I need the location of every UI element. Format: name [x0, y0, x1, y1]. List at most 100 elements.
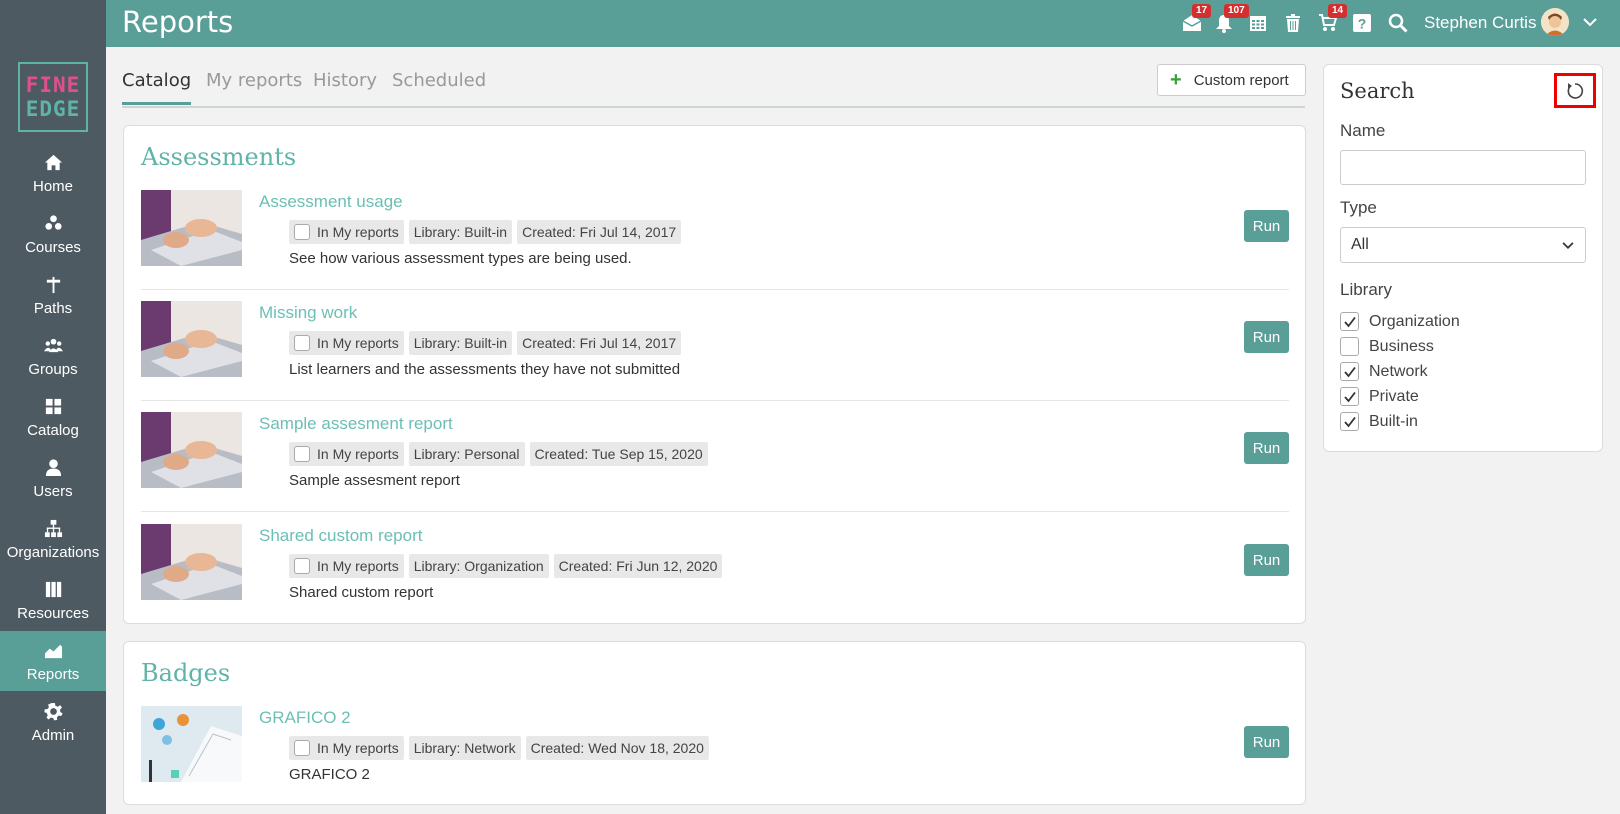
sidebar-item-label: Resources: [17, 605, 89, 622]
fine-edge-logo[interactable]: FINE EDGE: [18, 62, 88, 132]
in-my-reports-checkbox[interactable]: [294, 335, 310, 351]
logo-line-2: EDGE: [25, 97, 81, 121]
tab-scheduled[interactable]: Scheduled: [392, 70, 486, 102]
sidebar-item-reports[interactable]: Reports: [0, 631, 106, 691]
run-button[interactable]: Run: [1244, 321, 1289, 353]
library-option-label: Built-in: [1369, 412, 1418, 430]
in-my-reports-toggle[interactable]: In My reports: [289, 442, 404, 466]
created-tag: Created: Wed Nov 18, 2020: [525, 736, 709, 760]
report-name-link[interactable]: Assessment usage: [259, 192, 403, 212]
search-icon[interactable]: [1386, 11, 1410, 35]
sidebar-item-home[interactable]: Home: [0, 143, 106, 203]
run-button[interactable]: Run: [1244, 726, 1289, 758]
custom-report-button[interactable]: + Custom report: [1157, 64, 1306, 96]
sidebar-item-groups[interactable]: Groups: [0, 326, 106, 386]
sidebar-item-label: Reports: [26, 666, 80, 683]
sidebar-item-admin[interactable]: Admin: [0, 692, 106, 752]
sidebar-item-label: Admin: [31, 727, 75, 744]
avatar[interactable]: [1541, 8, 1569, 36]
svg-text:?: ?: [1358, 16, 1367, 32]
in-my-reports-toggle[interactable]: In My reports: [289, 220, 404, 244]
org-chart-icon: [42, 517, 64, 539]
report-name-link[interactable]: Sample assesment report: [259, 414, 453, 434]
report-name-link[interactable]: GRAFICO 2: [259, 708, 351, 728]
report-thumbnail: [141, 524, 242, 600]
sidebar: FINE EDGE Home Courses Paths Groups Cata…: [0, 0, 106, 814]
trash-icon[interactable]: [1281, 11, 1305, 35]
sidebar-item-label: Courses: [25, 239, 81, 256]
checkbox-checked[interactable]: [1340, 387, 1359, 406]
library-option-organization[interactable]: Organization: [1340, 312, 1460, 331]
run-button[interactable]: Run: [1244, 210, 1289, 242]
report-description: Shared custom report: [289, 584, 434, 601]
calendar-icon[interactable]: [1246, 11, 1270, 35]
checkbox-checked[interactable]: [1340, 312, 1359, 331]
report-thumbnail: [141, 706, 242, 782]
in-my-reports-toggle[interactable]: In My reports: [289, 736, 404, 760]
tab-my-reports[interactable]: My reports: [206, 70, 302, 102]
section-title: Badges: [141, 659, 231, 687]
reset-search-button[interactable]: [1554, 73, 1596, 108]
report-name-link[interactable]: Missing work: [259, 303, 357, 323]
library-option-network[interactable]: Network: [1340, 362, 1428, 381]
run-button[interactable]: Run: [1244, 544, 1289, 576]
run-button[interactable]: Run: [1244, 432, 1289, 464]
report-item: GRAFICO 2 In My reports Library: Network…: [141, 696, 1289, 806]
sidebar-item-organizations[interactable]: Organizations: [0, 509, 106, 569]
created-tag: Created: Fri Jun 12, 2020: [553, 554, 723, 578]
sidebar-item-users[interactable]: Users: [0, 448, 106, 508]
sidebar-item-catalog[interactable]: Catalog: [0, 387, 106, 447]
tab-history[interactable]: History: [313, 70, 377, 102]
library-option-built-in[interactable]: Built-in: [1340, 412, 1418, 431]
library-option-label: Private: [1369, 387, 1419, 405]
report-meta: In My reports Library: Built-in Created:…: [289, 220, 682, 244]
tab-catalog[interactable]: Catalog: [122, 70, 192, 105]
sidebar-item-courses[interactable]: Courses: [0, 204, 106, 264]
in-my-reports-checkbox[interactable]: [294, 558, 310, 574]
in-my-reports-checkbox[interactable]: [294, 224, 310, 240]
search-panel: Search Name Type All Library Organizatio…: [1323, 64, 1603, 452]
in-my-reports-label: In My reports: [317, 740, 399, 756]
help-icon[interactable]: ?: [1350, 11, 1374, 35]
library-tag: Library: Built-in: [408, 331, 513, 355]
notifications-badge: 107: [1224, 4, 1249, 18]
library-option-private[interactable]: Private: [1340, 387, 1419, 406]
messages-icon[interactable]: 17: [1180, 4, 1212, 35]
library-option-business[interactable]: Business: [1340, 337, 1434, 356]
type-select[interactable]: All: [1340, 227, 1586, 263]
in-my-reports-checkbox[interactable]: [294, 446, 310, 462]
custom-report-label: Custom report: [1193, 71, 1289, 89]
name-input[interactable]: [1340, 150, 1586, 185]
chevron-down-icon[interactable]: [1580, 12, 1600, 32]
user-name[interactable]: Stephen Curtis: [1424, 13, 1536, 33]
report-name-link[interactable]: Shared custom report: [259, 526, 422, 546]
badges-section: Badges GRAFICO 2 In My reports Library: …: [123, 641, 1306, 805]
top-header: Reports 17 107 14 ? Stephen Curtis: [106, 0, 1620, 47]
checkbox-unchecked[interactable]: [1340, 337, 1359, 356]
in-my-reports-toggle[interactable]: In My reports: [289, 331, 404, 355]
checkmark-icon: [1343, 366, 1356, 377]
in-my-reports-label: In My reports: [317, 224, 399, 240]
sidebar-item-label: Home: [32, 178, 73, 195]
checkbox-checked[interactable]: [1340, 362, 1359, 381]
in-my-reports-toggle[interactable]: In My reports: [289, 554, 404, 578]
sidebar-item-paths[interactable]: Paths: [0, 265, 106, 325]
in-my-reports-label: In My reports: [317, 335, 399, 351]
checkmark-icon: [1343, 316, 1356, 327]
in-my-reports-checkbox[interactable]: [294, 740, 310, 756]
sidebar-item-label: Paths: [33, 300, 73, 317]
type-select-value: All: [1351, 236, 1369, 253]
report-thumbnail: [141, 412, 242, 488]
gear-icon: [42, 700, 64, 722]
created-tag: Created: Fri Jul 14, 2017: [517, 331, 682, 355]
section-title: Assessments: [141, 143, 297, 171]
user-icon: [42, 456, 64, 478]
notifications-icon[interactable]: 107: [1212, 4, 1249, 35]
sidebar-item-resources[interactable]: Resources: [0, 570, 106, 630]
checkbox-checked[interactable]: [1340, 412, 1359, 431]
cart-icon[interactable]: 14: [1316, 4, 1348, 35]
in-my-reports-label: In My reports: [317, 446, 399, 462]
sidebar-item-label: Users: [33, 483, 73, 500]
cart-badge: 14: [1328, 4, 1348, 18]
assessments-section: Assessments Assessment usage In My repor…: [123, 125, 1306, 624]
